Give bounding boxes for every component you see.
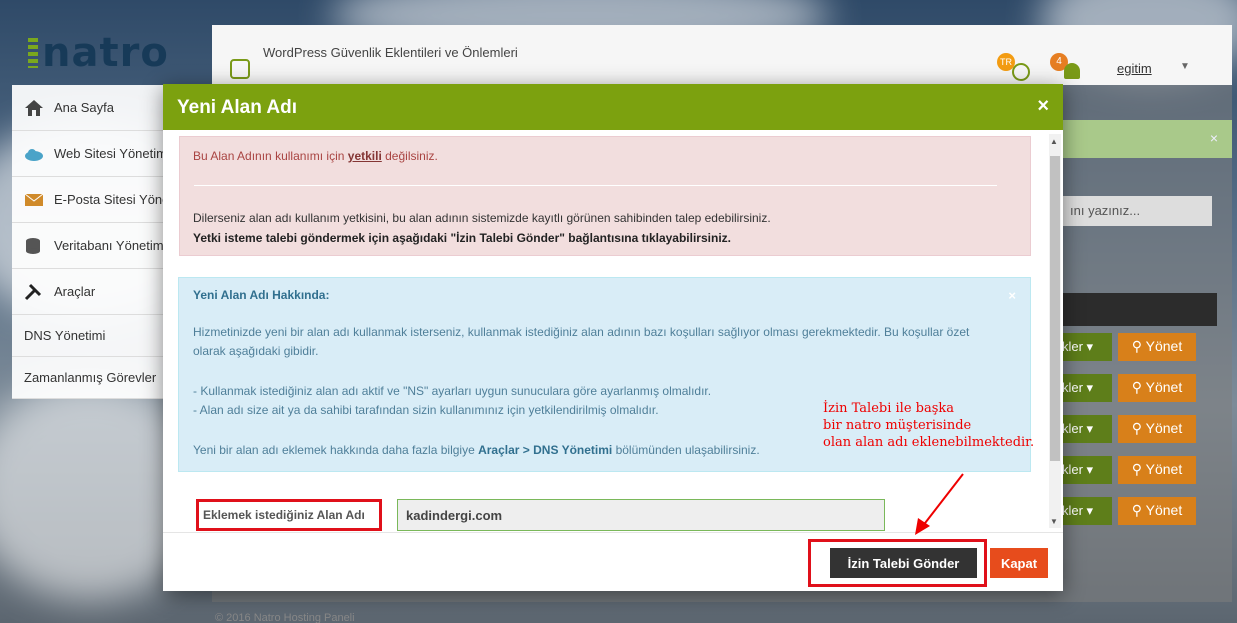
natro-logo[interactable]: natro (28, 30, 169, 76)
sidebar-item-web[interactable]: Web Sitesi Yönetimi (12, 131, 172, 177)
logo-bars-icon (28, 38, 38, 68)
sidebar-item-database[interactable]: Veritabanı Yönetimi (12, 223, 172, 269)
alert-line: Dilerseniz alan adı kullanım yetkisini, … (193, 211, 771, 225)
manage-label: Yönet (1145, 338, 1183, 354)
sidebar-item-label: Veritabanı Yönetimi (54, 238, 167, 253)
database-icon (26, 237, 40, 254)
new-domain-modal: Yeni Alan Adı × Bu Alan Adının kullanımı… (163, 84, 1063, 591)
domain-field-label: Eklemek istediğiniz Alan Adı (196, 499, 382, 531)
manage-button[interactable]: ⚲ Yönet (1118, 333, 1196, 361)
table-row: kler ▾ ⚲ Yönet (1062, 333, 1196, 363)
user-menu[interactable]: egitim (1117, 61, 1152, 76)
alert-text: değilsiniz. (381, 149, 438, 163)
info-paragraph: Hizmetinizde yeni bir alan adı kullanmak… (193, 325, 970, 358)
success-bar: × (1062, 120, 1232, 158)
sidebar-item-label: Ana Sayfa (54, 100, 114, 115)
cloud-icon (25, 148, 43, 161)
top-bar: WordPress Güvenlik Eklentileri ve Önleml… (212, 25, 1232, 85)
alert-line: Bu Alan Adının kullanımı için yetkili de… (193, 149, 438, 163)
sidebar-item-email[interactable]: E-Posta Sitesi Yönetimi (12, 177, 172, 223)
sidebar-item-label: DNS Yönetimi (24, 328, 106, 343)
alert-line: Yetki isteme talebi göndermek için aşağı… (193, 231, 731, 245)
manage-button[interactable]: ⚲ Yönet (1118, 415, 1196, 443)
bell-icon[interactable] (1064, 63, 1080, 79)
sidebar: Ana Sayfa Web Sitesi Yönetimi E-Posta Si… (12, 85, 172, 399)
footer-text: © 2016 Natro Hosting Paneli (215, 612, 355, 623)
domain-input[interactable] (397, 499, 885, 531)
sidebar-item-tools[interactable]: Araçlar (12, 269, 172, 315)
sidebar-item-label: Araçlar (54, 284, 96, 299)
table-row: kler ▾ ⚲ Yönet (1062, 374, 1196, 404)
scrollbar-thumb[interactable] (1050, 156, 1060, 461)
modal-title: Yeni Alan Adı (177, 97, 298, 118)
home-icon (25, 99, 43, 116)
info-bullet: - Kullanmak istediğiniz alan adı aktif v… (193, 384, 712, 398)
sidebar-item-dns[interactable]: DNS Yönetimi (12, 315, 172, 357)
table-row: kler ▾ ⚲ Yönet (1062, 497, 1196, 527)
extras-button[interactable]: kler ▾ (1062, 333, 1112, 361)
modal-header: Yeni Alan Adı × (163, 84, 1063, 130)
link-icon: ⚲ (1131, 420, 1146, 436)
logo-text: natro (42, 30, 169, 76)
manage-button[interactable]: ⚲ Yönet (1118, 497, 1196, 525)
link-icon: ⚲ (1131, 338, 1146, 354)
info-text: bölümünden ulaşabilirsiniz. (612, 443, 760, 457)
annotation-line: olan alan adı eklenebilmektedir. (823, 435, 1035, 450)
annotation-line: İzin Talebi ile başka (823, 401, 955, 416)
manage-label: Yönet (1145, 461, 1183, 477)
sidebar-item-label: Web Sitesi Yönetimi (54, 146, 170, 161)
send-permission-request-button[interactable]: İzin Talebi Gönder (830, 548, 977, 578)
search-input[interactable]: ını yazınız... (1062, 196, 1212, 226)
extras-button[interactable]: kler ▾ (1062, 374, 1112, 402)
modal-body: Bu Alan Adının kullanımı için yetkili de… (163, 130, 1063, 532)
envelope-icon (24, 193, 44, 206)
annotation-line: bir natro müşterisinde (823, 418, 972, 433)
authorized-link[interactable]: yetkili (348, 149, 382, 163)
dns-management-path: Araçlar > DNS Yönetimi (478, 443, 613, 457)
manage-label: Yönet (1145, 420, 1183, 436)
link-icon: ⚲ (1131, 461, 1146, 477)
alert-text: Bu Alan Adının kullanımı için (193, 149, 348, 163)
table-row: kler ▾ ⚲ Yönet (1062, 456, 1196, 486)
link-icon: ⚲ (1131, 379, 1146, 395)
sidebar-item-cron[interactable]: Zamanlanmış Görevler (12, 357, 172, 399)
scroll-down-icon[interactable]: ▼ (1050, 517, 1058, 526)
extras-button[interactable]: kler ▾ (1062, 497, 1112, 525)
modal-footer: İzin Talebi Gönder Kapat (163, 532, 1063, 591)
sidebar-item-label: Zamanlanmış Görevler (24, 370, 157, 385)
manage-button[interactable]: ⚲ Yönet (1118, 456, 1196, 484)
info-text: Yeni bir alan adı eklemek hakkında daha … (193, 443, 479, 457)
link-icon: ⚲ (1131, 502, 1146, 518)
unauthorized-alert: Bu Alan Adının kullanımı için yetkili de… (179, 136, 1031, 256)
extras-button[interactable]: kler ▾ (1062, 456, 1112, 484)
sidebar-item-label: E-Posta Sitesi Yönetimi (54, 192, 172, 207)
close-icon[interactable]: × (1037, 95, 1049, 118)
announcement-icon[interactable] (230, 59, 250, 79)
tools-icon (24, 283, 42, 300)
info-title: Yeni Alan Adı Hakkında: (193, 288, 330, 302)
page-title: WordPress Güvenlik Eklentileri ve Önleml… (263, 45, 518, 60)
close-icon[interactable]: × (1008, 288, 1016, 303)
chevron-down-icon[interactable]: ▼ (1180, 61, 1190, 72)
globe-icon[interactable] (1012, 63, 1030, 81)
table-row: kler ▾ ⚲ Yönet (1062, 415, 1196, 445)
manage-label: Yönet (1145, 502, 1183, 518)
annotation-note: İzin Talebi ile başka bir natro müşteris… (823, 400, 1034, 451)
scroll-up-icon[interactable]: ▲ (1050, 137, 1058, 146)
extras-button[interactable]: kler ▾ (1062, 415, 1112, 443)
manage-label: Yönet (1145, 379, 1183, 395)
sidebar-item-home[interactable]: Ana Sayfa (12, 85, 172, 131)
close-icon[interactable]: × (1210, 130, 1218, 146)
manage-button[interactable]: ⚲ Yönet (1118, 374, 1196, 402)
modal-scrollbar[interactable]: ▲ ▼ (1049, 134, 1061, 528)
close-button[interactable]: Kapat (990, 548, 1048, 578)
divider (194, 185, 997, 186)
table-header (1062, 293, 1217, 326)
